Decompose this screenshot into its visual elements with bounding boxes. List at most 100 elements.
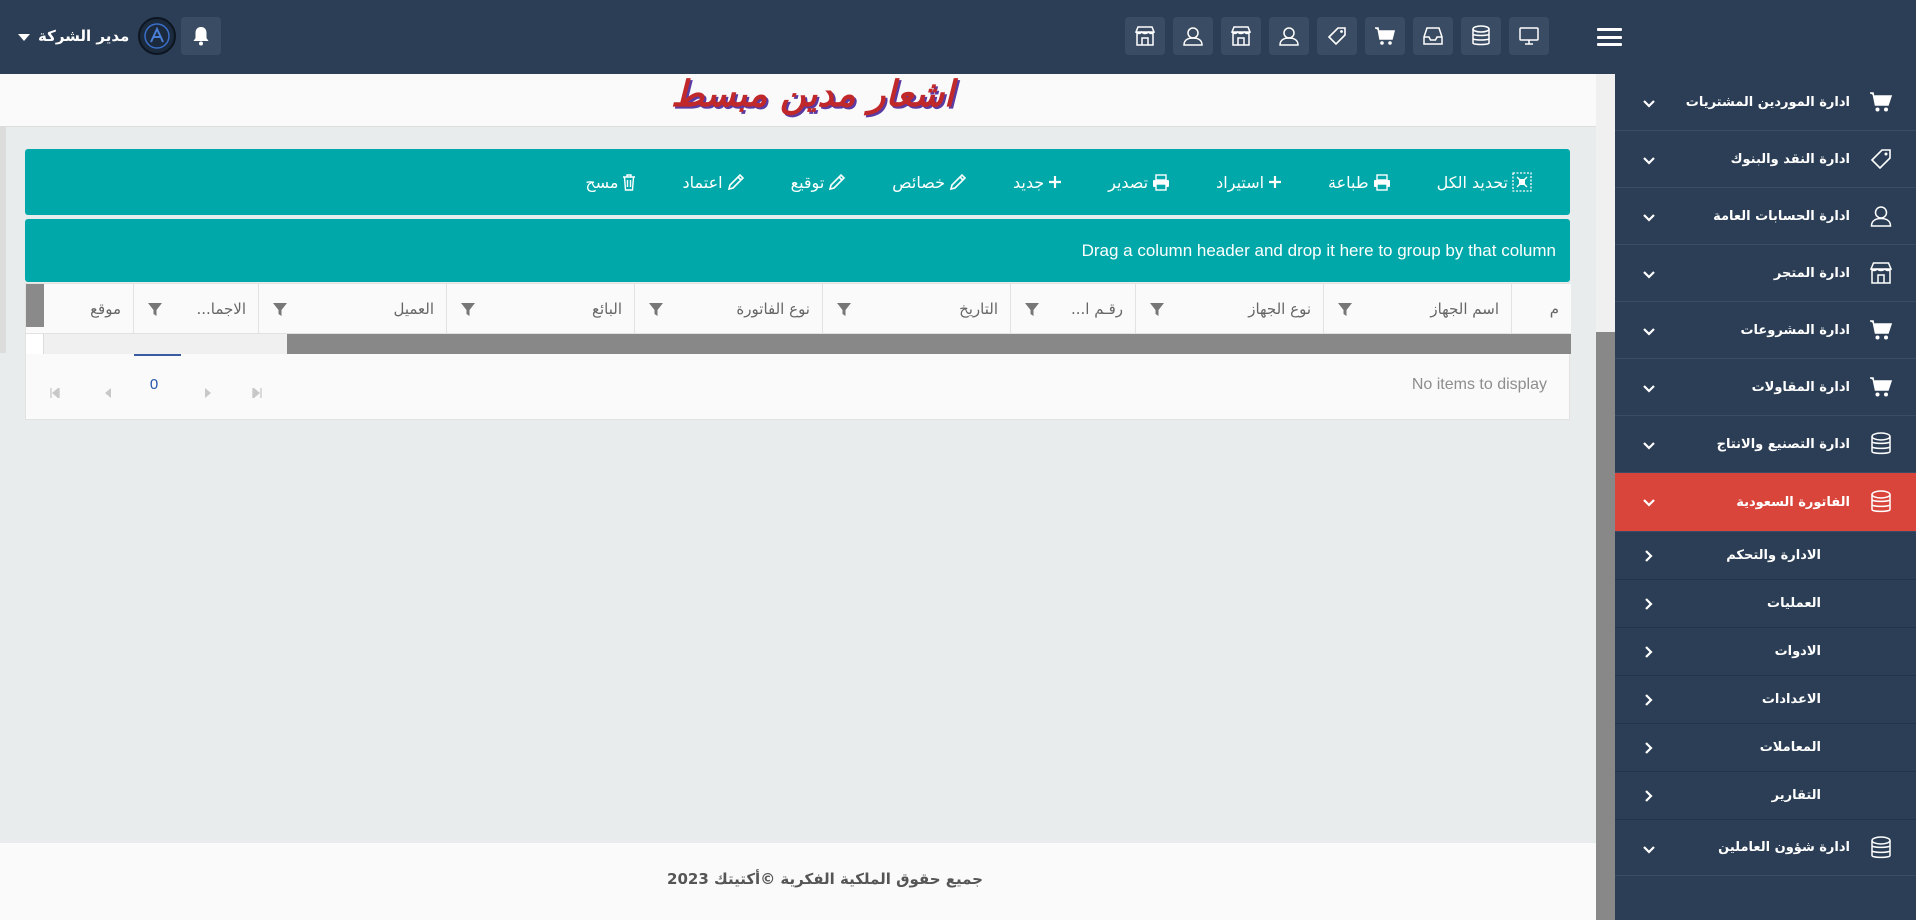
sidebar-subitem[interactable]: الادارة والتحكم xyxy=(1615,532,1916,580)
select-all-button[interactable]: تحديد الكل xyxy=(1437,172,1532,192)
filter-icon[interactable] xyxy=(837,303,851,321)
filter-icon[interactable] xyxy=(1338,303,1352,321)
sidebar-item-manufacturing[interactable]: ادارة التصنيع والانتاج xyxy=(1615,416,1916,473)
column-label: اسم الجهاز xyxy=(1430,300,1499,318)
column-header[interactable]: نوع الجهاز xyxy=(1135,284,1323,334)
grid-toolbar: تحديد الكل طباعة استيراد تصدير جديد خصائ… xyxy=(25,149,1570,215)
last-page-icon[interactable] xyxy=(252,383,262,400)
print-button[interactable]: طباعة xyxy=(1328,173,1391,192)
sidebar-item-contracting[interactable]: ادارة المقاولات xyxy=(1615,359,1916,416)
page-number[interactable]: 0 xyxy=(134,376,174,393)
column-label: الاجما... xyxy=(196,300,246,318)
sidebar-item-store[interactable]: ادارة المتجر xyxy=(1615,245,1916,302)
group-by-panel[interactable]: Drag a column header and drop it here to… xyxy=(25,219,1570,282)
tag-icon[interactable] xyxy=(1317,17,1357,55)
chevron-down-icon xyxy=(1643,842,1655,858)
cart-icon[interactable] xyxy=(1365,17,1405,55)
panel-edge xyxy=(0,127,6,353)
sidebar-subitem[interactable]: الادوات xyxy=(1615,628,1916,676)
column-header[interactable]: العميل xyxy=(258,284,446,334)
store-icon[interactable] xyxy=(1125,17,1165,55)
sidebar-subitem[interactable]: الاعدادات xyxy=(1615,676,1916,724)
filter-icon[interactable] xyxy=(1025,303,1039,321)
import-button[interactable]: استيراد xyxy=(1216,173,1282,192)
chevron-down-icon xyxy=(1643,324,1655,340)
database-icon xyxy=(1868,431,1894,457)
column-header[interactable]: البائع xyxy=(446,284,634,334)
page-title: اشعار مدين مبسط xyxy=(671,74,954,115)
pager: 0 No items to display xyxy=(26,354,1571,419)
cart-icon xyxy=(1868,374,1894,400)
sidebar-item-hr[interactable]: ادارة شؤون العاملين xyxy=(1615,820,1916,876)
sidebar-item-projects[interactable]: ادارة المشروعات xyxy=(1615,302,1916,359)
horizontal-scrollbar[interactable] xyxy=(26,334,1571,354)
inbox-icon[interactable] xyxy=(1413,17,1453,55)
column-label: نوع الفاتورة xyxy=(736,300,810,318)
pencil-icon xyxy=(828,173,846,191)
grid-header: م اسم الجهاز نوع الجهاز رقـم ا... التاري… xyxy=(26,284,1571,334)
filter-icon[interactable] xyxy=(1150,303,1164,321)
plus-icon xyxy=(1268,175,1282,189)
column-header[interactable]: نوع الفاتورة xyxy=(634,284,822,334)
filter-icon[interactable] xyxy=(649,303,663,321)
column-header[interactable]: رقـم ا... xyxy=(1010,284,1135,334)
sidebar-item-suppliers[interactable]: ادارة الموردين المشتريات xyxy=(1615,74,1916,131)
sidebar: ادارة الموردين المشتريات ادارة النقد وال… xyxy=(1615,74,1916,920)
database-icon[interactable] xyxy=(1461,17,1501,55)
filter-icon[interactable] xyxy=(461,303,475,321)
chevron-right-icon xyxy=(1645,646,1653,662)
filter-icon[interactable] xyxy=(148,303,162,321)
approve-button[interactable]: اعتماد xyxy=(682,173,744,192)
print-label: طباعة xyxy=(1328,172,1369,192)
column-label: رقـم ا... xyxy=(1070,300,1123,318)
approve-label: اعتماد xyxy=(682,172,723,192)
export-button[interactable]: تصدير xyxy=(1108,173,1170,192)
pencil-icon xyxy=(727,173,745,191)
sign-button[interactable]: توقيع xyxy=(791,173,847,192)
user-icon[interactable] xyxy=(1269,17,1309,55)
sidebar-subitem[interactable]: المعاملات xyxy=(1615,724,1916,772)
trash-icon xyxy=(622,173,636,191)
column-label: موقع xyxy=(90,300,121,318)
chevron-down-icon xyxy=(1643,267,1655,283)
new-button[interactable]: جديد xyxy=(1013,173,1062,192)
print-icon xyxy=(1373,173,1391,191)
current-page-indicator xyxy=(134,354,181,356)
chevron-down-icon xyxy=(1643,210,1655,226)
user-icon[interactable] xyxy=(1173,17,1213,55)
column-header[interactable]: التاريخ xyxy=(822,284,1010,334)
properties-label: خصائص xyxy=(892,172,945,192)
sidebar-item-saudi-invoice[interactable]: الفاتورة السعودية xyxy=(1615,473,1916,532)
scroll-thumb[interactable] xyxy=(287,334,1571,354)
monitor-icon[interactable] xyxy=(1509,17,1549,55)
select-all-label: تحديد الكل xyxy=(1436,172,1508,192)
user-menu[interactable]: مدير الشركة xyxy=(18,22,129,50)
chevron-down-icon xyxy=(1643,495,1655,511)
chevron-right-icon xyxy=(1645,742,1653,758)
sidebar-subitem-label: الادوات xyxy=(1774,644,1821,659)
sidebar-subitem-label: الاعدادات xyxy=(1761,692,1821,707)
column-header[interactable]: اسم الجهاز xyxy=(1323,284,1511,334)
sidebar-subitem-label: العمليات xyxy=(1767,596,1821,611)
column-header[interactable]: م xyxy=(1511,284,1571,334)
next-page-icon[interactable] xyxy=(203,383,213,398)
sidebar-subitem[interactable]: العمليات xyxy=(1615,580,1916,628)
prev-page-icon[interactable] xyxy=(103,383,113,398)
print-icon xyxy=(1152,173,1170,191)
vertical-scrollbar[interactable] xyxy=(1596,74,1615,920)
avatar[interactable] xyxy=(138,17,176,55)
user-name: مدير الشركة xyxy=(38,27,130,45)
properties-button[interactable]: خصائص xyxy=(892,173,967,192)
sidebar-subitem[interactable]: التقارير xyxy=(1615,772,1916,820)
notifications-bell-icon[interactable] xyxy=(181,17,221,55)
column-header[interactable]: الاجما... xyxy=(133,284,258,334)
new-label: جديد xyxy=(1012,172,1045,192)
store-icon[interactable] xyxy=(1221,17,1261,55)
delete-button[interactable]: مسح xyxy=(585,173,636,192)
first-page-icon[interactable] xyxy=(50,383,60,400)
sidebar-item-general-accounts[interactable]: ادارة الحسابات العامة xyxy=(1615,188,1916,245)
filter-icon[interactable] xyxy=(273,303,287,321)
sidebar-item-cash-banks[interactable]: ادارة النقد والبنوك xyxy=(1615,131,1916,188)
scroll-thumb[interactable] xyxy=(1596,332,1615,920)
menu-toggle-icon[interactable] xyxy=(1597,28,1622,46)
